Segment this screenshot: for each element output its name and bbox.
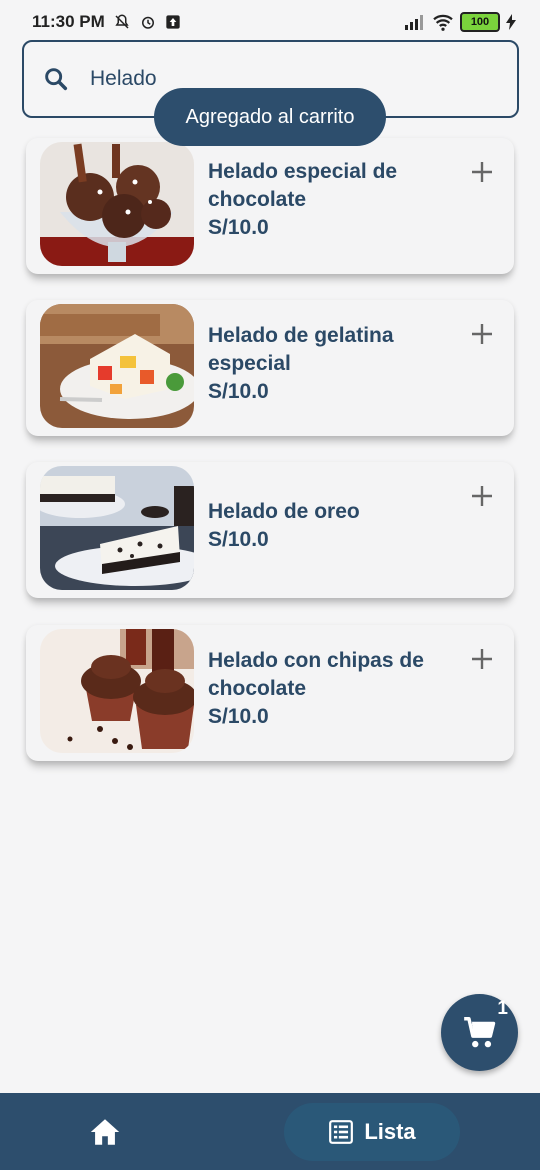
bell-muted-icon bbox=[115, 14, 129, 29]
product-card[interactable]: Helado de oreo S/10.0 bbox=[26, 462, 514, 598]
battery-indicator: 100 bbox=[460, 12, 500, 32]
list-icon bbox=[329, 1120, 354, 1144]
alarm-icon bbox=[141, 16, 154, 29]
product-card[interactable]: Helado especial de chocolate S/10.0 bbox=[26, 138, 514, 274]
status-bar-right: 100 bbox=[404, 12, 516, 32]
chocolate-cupcakes-image bbox=[40, 629, 194, 753]
search-input[interactable]: Helado bbox=[90, 67, 157, 91]
nav-item-lista[interactable]: Lista bbox=[284, 1103, 460, 1161]
product-title: Helado especial de chocolate bbox=[208, 160, 398, 211]
add-to-cart-icon[interactable] bbox=[470, 484, 494, 508]
search-icon bbox=[45, 68, 68, 91]
product-title: Helado con chipas de chocolate bbox=[208, 649, 424, 700]
add-to-cart-icon[interactable] bbox=[470, 647, 494, 671]
product-card[interactable]: Helado de gelatina especial S/10.0 bbox=[26, 300, 514, 436]
add-to-cart-icon[interactable] bbox=[470, 160, 494, 184]
wifi-icon bbox=[433, 14, 453, 31]
product-price: S/10.0 bbox=[208, 705, 269, 728]
status-time: 11:30 PM bbox=[32, 12, 105, 31]
product-card[interactable]: Helado con chipas de chocolate S/10.0 bbox=[26, 625, 514, 761]
home-icon[interactable] bbox=[88, 1115, 122, 1149]
cart-button[interactable]: 1 bbox=[441, 994, 518, 1071]
chocolate-ice-cream-image bbox=[40, 142, 194, 266]
status-bar: 11:30 PM 100 bbox=[0, 0, 540, 44]
nav-item-label: Lista bbox=[364, 1119, 416, 1144]
signal-icon bbox=[405, 15, 423, 30]
product-price: S/10.0 bbox=[208, 528, 269, 551]
shopping-cart-icon bbox=[463, 1016, 495, 1047]
product-price: S/10.0 bbox=[208, 216, 269, 239]
add-to-cart-icon[interactable] bbox=[470, 322, 494, 346]
product-title: Helado de oreo bbox=[208, 500, 360, 523]
product-price: S/10.0 bbox=[208, 380, 269, 403]
added-to-cart-toast: Agregado al carrito bbox=[154, 88, 386, 146]
upload-notification-icon bbox=[166, 15, 180, 29]
oreo-cheesecake-image bbox=[40, 466, 194, 590]
bottom-navigation: Lista bbox=[0, 1093, 540, 1170]
charging-icon bbox=[506, 14, 516, 30]
jelly-cake-image bbox=[40, 304, 194, 428]
cart-count-badge: 1 bbox=[497, 998, 508, 1019]
product-title: Helado de gelatina especial bbox=[208, 324, 394, 375]
status-bar-left: 11:30 PM bbox=[32, 12, 181, 32]
